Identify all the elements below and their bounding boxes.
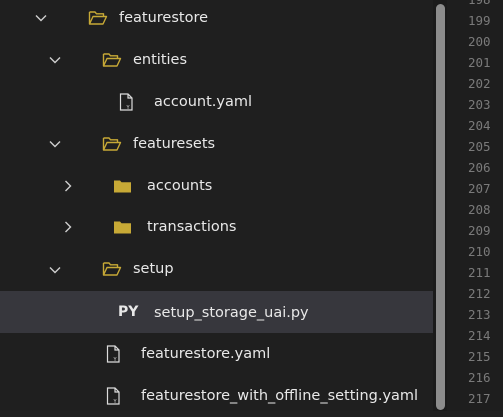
scrollbar-thumb[interactable]: [436, 4, 445, 410]
vertical-scrollbar[interactable]: [433, 0, 447, 411]
tree-item-label: featuresets: [133, 136, 216, 152]
line-number: 205: [468, 139, 491, 154]
tree-item-entities[interactable]: entities: [0, 39, 433, 81]
line-number: 212: [468, 286, 491, 301]
chevron-right-icon[interactable]: [61, 179, 75, 193]
folder-open-icon: [102, 51, 122, 69]
folder-open-icon: [88, 9, 108, 27]
yaml-file-icon: Y: [105, 387, 125, 405]
tree-item-featurestore-yaml[interactable]: Y featurestore.yaml: [0, 333, 433, 375]
line-number: 211: [468, 265, 491, 280]
tree-item-label: setup_storage_uai.py: [154, 305, 309, 321]
line-number: 204: [468, 118, 491, 133]
tree-item-label: transactions: [147, 219, 237, 235]
line-number: 206: [468, 160, 491, 175]
tree-item-featuresets[interactable]: featuresets: [0, 123, 433, 165]
tree-item-label: account.yaml: [154, 94, 252, 110]
tree-item-transactions[interactable]: transactions: [0, 207, 433, 249]
line-number: 207: [468, 181, 491, 196]
tree-item-accounts[interactable]: accounts: [0, 165, 433, 207]
chevron-down-icon[interactable]: [34, 11, 48, 25]
line-number-gutter: 198 199 200 201 202 203 204 205 206 207 …: [447, 0, 503, 411]
tree-item-label: featurestore: [119, 10, 209, 26]
line-number: 214: [468, 328, 491, 343]
line-number: 210: [468, 244, 491, 259]
tree-item-label: setup: [133, 261, 174, 277]
tree-item-label: featurestore.yaml: [141, 346, 271, 362]
line-number: 213: [468, 307, 491, 322]
python-file-icon: PY: [118, 304, 139, 320]
line-number: 208: [468, 202, 491, 217]
folder-open-icon: [102, 260, 122, 278]
folder-icon: [113, 218, 133, 236]
line-number: 201: [468, 55, 491, 70]
line-number: 215: [468, 349, 491, 364]
tree-item-label: featurestore_with_offline_setting.yaml: [141, 388, 419, 404]
tree-item-setup[interactable]: setup: [0, 249, 433, 291]
line-number: 209: [468, 223, 491, 238]
tree-item-featurestore[interactable]: featurestore: [0, 0, 433, 39]
chevron-down-icon[interactable]: [48, 263, 62, 277]
line-number: 202: [468, 76, 491, 91]
tree-item-setup-storage-uai-py[interactable]: PY setup_storage_uai.py: [0, 291, 433, 333]
chevron-down-icon[interactable]: [48, 137, 62, 151]
folder-icon: [113, 177, 133, 195]
folder-open-icon: [102, 135, 122, 153]
line-number: 203: [468, 97, 491, 112]
line-number: 217: [468, 391, 491, 406]
line-number: 216: [468, 370, 491, 385]
chevron-right-icon[interactable]: [61, 220, 75, 234]
file-explorer-tree: featurestore entities Y account.yaml fea…: [0, 0, 433, 411]
line-number: 199: [468, 13, 491, 28]
chevron-down-icon[interactable]: [48, 53, 62, 67]
tree-item-account-yaml[interactable]: Y account.yaml: [0, 81, 433, 123]
line-number: 200: [468, 34, 491, 49]
yaml-file-icon: Y: [118, 93, 138, 111]
tree-item-label: accounts: [147, 178, 213, 194]
tree-item-label: entities: [133, 52, 188, 68]
line-number: 198: [468, 0, 491, 7]
yaml-file-icon: Y: [105, 345, 125, 363]
